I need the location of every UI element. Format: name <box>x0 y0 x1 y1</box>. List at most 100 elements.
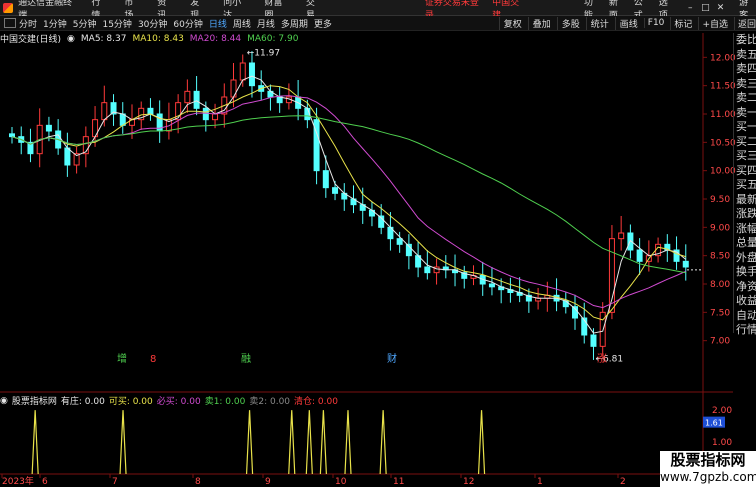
indicator-spike <box>319 410 327 475</box>
side-panel-item[interactable]: 买二 <box>734 135 756 150</box>
period-tab-30min[interactable]: 30分钟 <box>138 17 167 30</box>
indicator-spike <box>305 410 313 475</box>
side-panel-item[interactable]: 委比 <box>734 33 756 48</box>
price-tick-label: 8.50 <box>710 252 730 262</box>
candle-body <box>184 90 191 104</box>
indicator-spike <box>31 410 39 475</box>
period-tab-multi[interactable]: 多周期 <box>281 17 308 30</box>
statistics-button[interactable]: 统计 <box>585 16 609 30</box>
indicator-series: 2.00 1.61 1.00 <box>31 406 732 475</box>
candle-body <box>396 238 403 245</box>
indicator-header: ◉ 股票指标网 有庄: 0.00 可买: 0.00 必买: 0.00 卖1: 0.00… <box>0 394 700 408</box>
time-tick-label: 8 <box>195 477 201 487</box>
watermark-url: www.7gpzb.com <box>660 470 756 484</box>
side-panel-item[interactable]: 卖五 <box>734 48 756 63</box>
multi-stock-button[interactable]: 多股 <box>556 16 580 30</box>
side-panel-item[interactable]: 换手 <box>734 265 756 280</box>
indicator-field: 卖2: 0.00 <box>249 397 291 407</box>
period-tab-intraday[interactable]: 分时 <box>19 17 37 30</box>
candle-body <box>239 62 246 81</box>
price-tick-label: 7.00 <box>710 337 730 347</box>
event-marker: 财 <box>387 352 397 365</box>
f10-button[interactable]: F10 <box>643 18 664 28</box>
candle-body <box>590 334 597 347</box>
candle-body <box>202 107 209 121</box>
side-panel-item[interactable]: 涨跌 <box>734 207 756 222</box>
indicator-value-label: 1.61 <box>705 419 723 428</box>
indicator-field: 有庄: 0.00 <box>60 397 105 407</box>
moving-average-lines: ←11.97←6.81增 8 融财涨 <box>11 48 703 365</box>
ma-legend: 中国交建(日线) ◉ MA5: 8.37 MA10: 8.43 MA20: 8.… <box>0 32 700 46</box>
minimize-icon[interactable]: – <box>684 3 697 13</box>
side-panel-item[interactable]: 买四 <box>734 164 756 179</box>
indicator-spike <box>477 410 486 475</box>
period-tab-1min[interactable]: 1分钟 <box>43 17 67 30</box>
price-tick-label: 9.50 <box>710 195 730 205</box>
event-marker: 8 <box>150 354 156 365</box>
overlay-button[interactable]: 叠加 <box>527 16 551 30</box>
period-tab-weekly[interactable]: 周线 <box>233 17 251 30</box>
time-tick-label: 11 <box>393 477 404 487</box>
time-tick-label: 1 <box>537 477 543 487</box>
chart-canvas: ←11.97←6.81增 8 融财涨 2.001.611.00 12.0011.50… <box>0 33 736 487</box>
candle-body <box>101 102 108 121</box>
side-panel-item[interactable]: 自动 <box>734 309 756 324</box>
mark-button[interactable]: 标记 <box>670 16 692 30</box>
indicator-field: 卖1: 0.00 <box>204 397 246 407</box>
ma60-line <box>11 115 686 274</box>
event-marker: 增 <box>117 352 127 365</box>
indicator-field: 必买: 0.00 <box>156 397 201 407</box>
back-button[interactable]: 返回 <box>733 16 756 30</box>
side-panel-item[interactable]: 卖四 <box>734 62 756 77</box>
indicator-settings-icon[interactable]: ◉ <box>0 396 8 406</box>
side-panel-item[interactable]: 收益 <box>734 294 756 309</box>
add-watchlist-button[interactable]: +自选 <box>698 16 728 30</box>
maximize-icon[interactable]: □ <box>699 3 712 13</box>
side-panel-item[interactable]: 行情 <box>734 323 756 338</box>
period-toolbar: 分时 1分钟 5分钟 15分钟 30分钟 60分钟 日线 周线 月线 多周期 更… <box>0 16 756 31</box>
side-panel-item[interactable]: 买三 <box>734 149 756 164</box>
indicator-spike <box>245 410 254 475</box>
candle-body <box>488 283 495 288</box>
indicator-name[interactable]: 股票指标网 <box>12 394 57 407</box>
stock-name-label[interactable]: 中国交建(日线) <box>0 32 61 45</box>
candle-body <box>682 260 689 268</box>
time-tick-label: 10 <box>335 477 347 487</box>
ma20-line <box>11 95 687 309</box>
candle-body <box>64 147 71 166</box>
indicator-spike <box>119 410 127 475</box>
side-panel-item[interactable]: 卖三 <box>734 77 756 92</box>
period-tab-more[interactable]: 更多 <box>314 17 332 30</box>
period-tab-5min[interactable]: 5分钟 <box>73 17 97 30</box>
time-tick-label: 7 <box>112 477 118 487</box>
time-tick-label: 12 <box>463 477 474 487</box>
chart-grid <box>0 33 733 475</box>
ma10-label: MA10: 8.43 <box>132 33 184 44</box>
event-marker: 融 <box>241 353 251 365</box>
side-panel-item[interactable]: 买一 <box>734 120 756 135</box>
side-panel-item[interactable]: 净资 <box>734 280 756 295</box>
side-panel-item[interactable]: 最新 <box>734 193 756 208</box>
candle-body <box>636 249 643 262</box>
legend-toggle-icon[interactable]: ◉ <box>67 34 75 44</box>
period-tab-15min[interactable]: 15分钟 <box>102 17 131 30</box>
candle-body <box>212 113 219 121</box>
period-tab-monthly[interactable]: 月线 <box>257 17 275 30</box>
side-panel-item[interactable]: 涨幅 <box>734 222 756 237</box>
layout-icon[interactable] <box>4 18 16 28</box>
side-panel-item[interactable]: 买五 <box>734 178 756 193</box>
candle-body <box>193 90 200 109</box>
candle-body <box>119 113 126 126</box>
close-icon[interactable]: ✕ <box>714 3 727 13</box>
price-tick-label: 8.00 <box>710 280 730 290</box>
draw-line-button[interactable]: 画线 <box>614 16 638 30</box>
time-axis: 2023年 6 7 8 9 10 11 12 1 2 <box>1 474 626 487</box>
side-panel-item[interactable]: 卖一 <box>734 106 756 121</box>
period-tab-60min[interactable]: 60分钟 <box>173 17 202 30</box>
adjust-button[interactable]: 复权 <box>498 16 522 30</box>
side-panel-item[interactable]: 总量 <box>734 236 756 251</box>
period-tab-daily[interactable]: 日线 <box>209 17 227 30</box>
side-panel-item[interactable]: 外盘 <box>734 251 756 266</box>
side-panel-item[interactable]: 卖二 <box>734 91 756 106</box>
ma60-label: MA60: 7.90 <box>247 33 299 44</box>
